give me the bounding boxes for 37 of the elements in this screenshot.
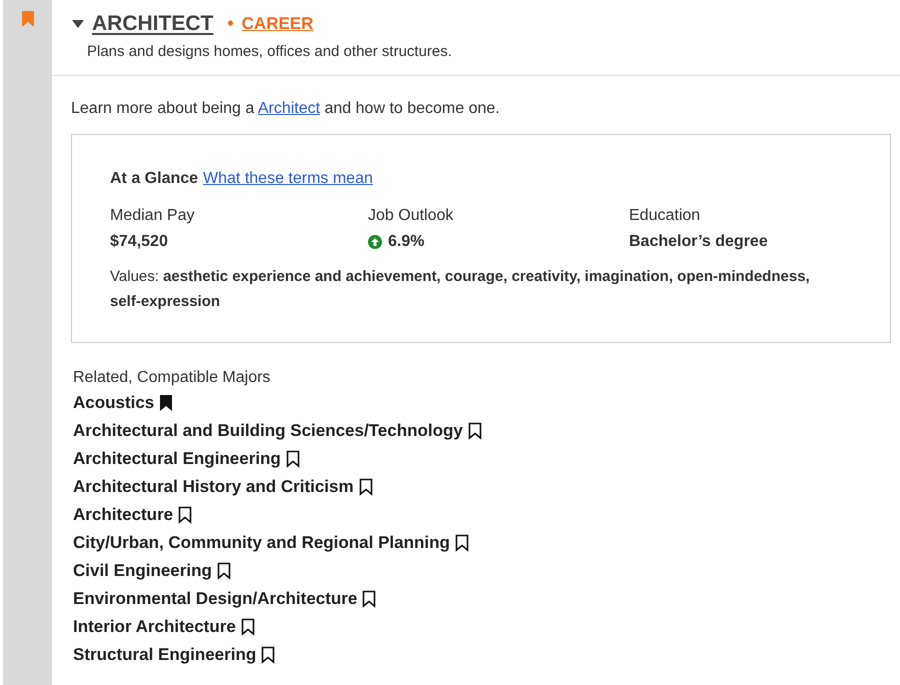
major-link[interactable]: City/Urban, Community and Regional Planning (73, 530, 450, 556)
glance-heading: At a Glance (110, 169, 198, 189)
bookmark-icon[interactable] (362, 590, 376, 608)
stat-value: 6.9% (388, 232, 424, 252)
career-title[interactable]: ARCHITECT (92, 8, 220, 40)
major-link[interactable]: Architectural History and Criticism (73, 474, 354, 500)
terms-link[interactable]: What these terms mean (203, 167, 373, 191)
career-description: Plans and designs homes, offices and other structures. (86, 42, 453, 62)
values-text: Values: aesthetic experience and achievement, courage, creativity, imagination, open-mindedness, self-expression (110, 267, 811, 312)
bookmark-icon[interactable] (216, 562, 231, 580)
majors-heading: Related, Compatible Majors (73, 368, 272, 388)
bookmark-icon[interactable] (358, 478, 373, 496)
bookmark-icon[interactable] (261, 646, 276, 664)
stat-label: Education (629, 206, 700, 226)
bookmark-icon[interactable] (286, 450, 300, 468)
major-link[interactable]: Structural Engineering (73, 642, 256, 668)
stat-label: Job Outlook (368, 206, 454, 226)
bookmark-icon[interactable] (454, 534, 469, 552)
stat-value: Bachelor’s degree (629, 232, 768, 252)
bookmark-icon[interactable] (240, 618, 255, 636)
bullet-icon: • (227, 10, 234, 38)
major-link[interactable]: Architectural and Building Sciences/Technology (73, 418, 463, 444)
expand-caret-icon[interactable] (72, 20, 84, 28)
stat-value: $74,520 (110, 232, 168, 252)
major-link[interactable]: Acoustics (73, 390, 154, 416)
up-arrow-icon (368, 235, 382, 249)
major-link[interactable]: Architectural Engineering (73, 446, 281, 472)
bookmark-icon[interactable] (178, 506, 192, 524)
major-link[interactable]: Environmental Design/Architecture (73, 586, 358, 612)
major-link[interactable]: Civil Engineering (73, 558, 212, 584)
stat-label: Median Pay (110, 206, 194, 226)
learn-more-text: Learn more about being a Architect and how to become one. (71, 99, 501, 119)
major-link[interactable]: Architecture (73, 502, 174, 528)
bookmark-icon[interactable] (159, 394, 174, 412)
bookmark-icon[interactable] (468, 422, 482, 440)
major-link[interactable]: Interior Architecture (73, 614, 236, 640)
learn-more-link[interactable]: Architect (258, 100, 320, 117)
